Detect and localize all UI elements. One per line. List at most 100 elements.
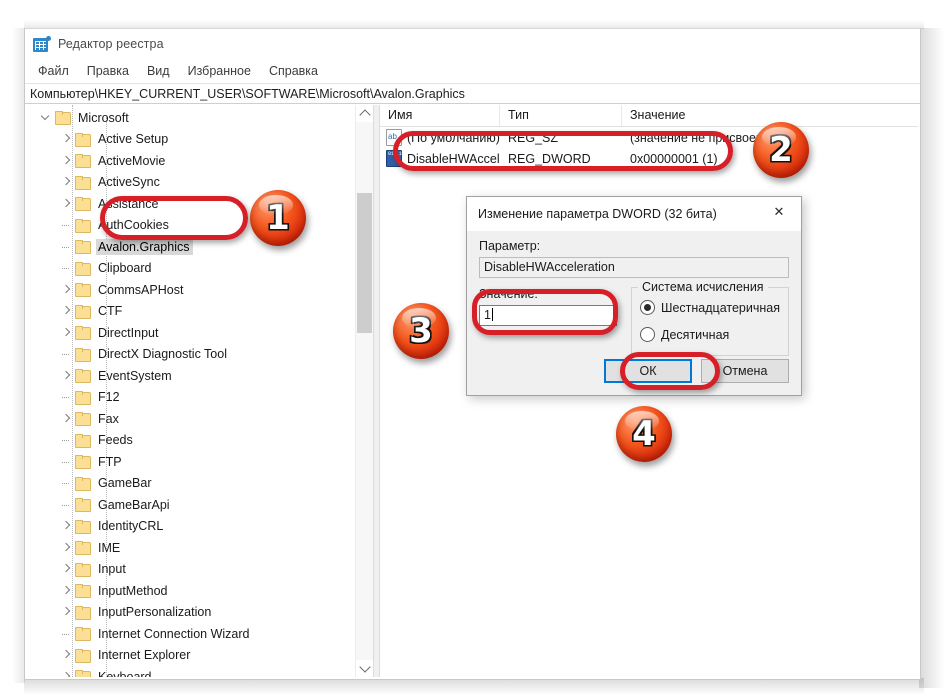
tree-item-label: CTF xyxy=(96,303,125,319)
chevron-right-icon[interactable] xyxy=(59,540,75,556)
tree-item[interactable]: AuthCookies xyxy=(25,215,355,237)
chevron-right-icon[interactable] xyxy=(59,196,75,212)
tree-item[interactable]: GameBarApi xyxy=(25,494,355,516)
tree-item[interactable]: DirectInput xyxy=(25,322,355,344)
tree-item-label: Internet Explorer xyxy=(96,647,193,663)
chevron-down-icon[interactable] xyxy=(39,110,55,126)
edit-dword-dialog: Изменение параметра DWORD (32 бита) ✕ Па… xyxy=(466,196,802,396)
tree-leaf-connector-icon xyxy=(59,389,75,405)
folder-icon xyxy=(75,455,90,468)
chevron-right-icon[interactable] xyxy=(59,368,75,384)
tree-item-label: Input xyxy=(96,561,129,577)
dialog-title: Изменение параметра DWORD (32 бита) xyxy=(478,207,717,221)
chevron-right-icon[interactable] xyxy=(59,561,75,577)
values-list-row[interactable]: DisableHWAccel...REG_DWORD0x00000001 (1) xyxy=(380,148,918,169)
tree-item[interactable]: Keyboard xyxy=(25,666,355,677)
tree-item[interactable]: IME xyxy=(25,537,355,559)
tree-item[interactable]: GameBar xyxy=(25,473,355,495)
tree-item[interactable]: EventSystem xyxy=(25,365,355,387)
tree-item[interactable]: Avalon.Graphics xyxy=(25,236,355,258)
tree-item[interactable]: FTP xyxy=(25,451,355,473)
chevron-right-icon[interactable] xyxy=(59,325,75,341)
tree-scrollbar-thumb[interactable] xyxy=(357,193,372,333)
tree-item[interactable]: InputMethod xyxy=(25,580,355,602)
tree-item[interactable]: CTF xyxy=(25,301,355,323)
chevron-right-icon[interactable] xyxy=(59,669,75,677)
value-data-cell: (значение не присвоено) xyxy=(622,131,912,145)
folder-icon xyxy=(75,197,90,210)
menu-item-file[interactable]: Файл xyxy=(29,61,78,81)
chevron-right-icon[interactable] xyxy=(59,282,75,298)
tree-item[interactable]: DirectX Diagnostic Tool xyxy=(25,344,355,366)
ok-button[interactable]: ОК xyxy=(604,359,692,383)
param-name-field: DisableHWAcceleration xyxy=(479,257,789,278)
tree-item[interactable]: CommsAPHost xyxy=(25,279,355,301)
pane-splitter[interactable] xyxy=(373,105,380,677)
tree-item[interactable]: F12 xyxy=(25,387,355,409)
radio-decimal[interactable]: Десятичная xyxy=(640,327,780,342)
base-group-label: Система исчисления xyxy=(638,280,768,294)
tree-item[interactable]: Microsoft xyxy=(25,107,355,129)
value-data-cell: 0x00000001 (1) xyxy=(622,152,912,166)
dialog-title-bar[interactable]: Изменение параметра DWORD (32 бита) ✕ xyxy=(467,197,801,231)
radio-hexadecimal-icon[interactable] xyxy=(640,300,655,315)
tree-leaf-connector-icon xyxy=(59,475,75,491)
chevron-right-icon[interactable] xyxy=(59,131,75,147)
tree-item-label: IME xyxy=(96,540,123,556)
chevron-right-icon[interactable] xyxy=(59,583,75,599)
tree-item[interactable]: Internet Explorer xyxy=(25,645,355,667)
tree-item[interactable]: Feeds xyxy=(25,430,355,452)
column-header-type[interactable]: Тип xyxy=(500,105,622,126)
tree-item[interactable]: Assistance xyxy=(25,193,355,215)
chevron-right-icon[interactable] xyxy=(59,303,75,319)
window-shadow-bottom xyxy=(24,678,924,695)
tree-vertical-scrollbar[interactable] xyxy=(355,105,373,677)
tree-item[interactable]: Internet Connection Wizard xyxy=(25,623,355,645)
menu-item-favorites[interactable]: Избранное xyxy=(179,61,260,81)
radio-decimal-icon[interactable] xyxy=(640,327,655,342)
registry-tree[interactable]: Microsoft Active Setup ActiveMovie ActiveSy… xyxy=(25,105,355,677)
tree-scroll-up-icon[interactable] xyxy=(356,105,373,122)
folder-icon xyxy=(55,111,70,124)
folder-icon xyxy=(75,563,90,576)
values-list-row[interactable]: (По умолчанию)REG_SZ(значение не присвое… xyxy=(380,127,918,148)
tree-item[interactable]: ActiveSync xyxy=(25,172,355,194)
radio-hexadecimal[interactable]: Шестнадцатеричная xyxy=(640,300,780,315)
menu-item-view[interactable]: Вид xyxy=(138,61,179,81)
tree-item-label: Microsoft xyxy=(76,110,132,126)
tree-scroll-down-icon[interactable] xyxy=(356,660,373,677)
tree-item[interactable]: Input xyxy=(25,559,355,581)
menu-item-help[interactable]: Справка xyxy=(260,61,327,81)
tree-item[interactable]: ActiveMovie xyxy=(25,150,355,172)
tree-item-label: InputPersonalization xyxy=(96,604,214,620)
tree-item[interactable]: InputPersonalization xyxy=(25,602,355,624)
tree-leaf-connector-icon xyxy=(59,626,75,642)
tree-item-label: ActiveMovie xyxy=(96,153,168,169)
tree-item-label: DirectX Diagnostic Tool xyxy=(96,346,230,362)
folder-icon xyxy=(75,348,90,361)
chevron-right-icon[interactable] xyxy=(59,604,75,620)
menu-item-edit[interactable]: Правка xyxy=(78,61,138,81)
tree-item[interactable]: Clipboard xyxy=(25,258,355,280)
tree-item[interactable]: Fax xyxy=(25,408,355,430)
folder-icon xyxy=(75,498,90,511)
chevron-right-icon[interactable] xyxy=(59,174,75,190)
title-bar[interactable]: Редактор реестра xyxy=(25,29,920,59)
tree-item[interactable]: IdentityCRL xyxy=(25,516,355,538)
registry-editor-icon xyxy=(33,36,50,53)
value-input[interactable]: 1 xyxy=(479,305,617,326)
tree-item[interactable]: Active Setup xyxy=(25,129,355,151)
column-header-name[interactable]: Имя xyxy=(380,105,500,126)
chevron-right-icon[interactable] xyxy=(59,518,75,534)
chevron-right-icon[interactable] xyxy=(59,411,75,427)
tree-item-label: GameBarApi xyxy=(96,497,173,513)
cancel-button[interactable]: Отмена xyxy=(701,359,789,383)
close-icon[interactable]: ✕ xyxy=(757,197,801,227)
column-header-value[interactable]: Значение xyxy=(622,105,912,126)
folder-icon xyxy=(75,240,90,253)
chevron-right-icon[interactable] xyxy=(59,647,75,663)
address-bar[interactable]: Компьютер\HKEY_CURRENT_USER\SOFTWARE\Mic… xyxy=(25,83,920,104)
value-label: Значение: xyxy=(479,287,617,301)
chevron-right-icon[interactable] xyxy=(59,153,75,169)
tree-item-label: Avalon.Graphics xyxy=(96,239,193,255)
